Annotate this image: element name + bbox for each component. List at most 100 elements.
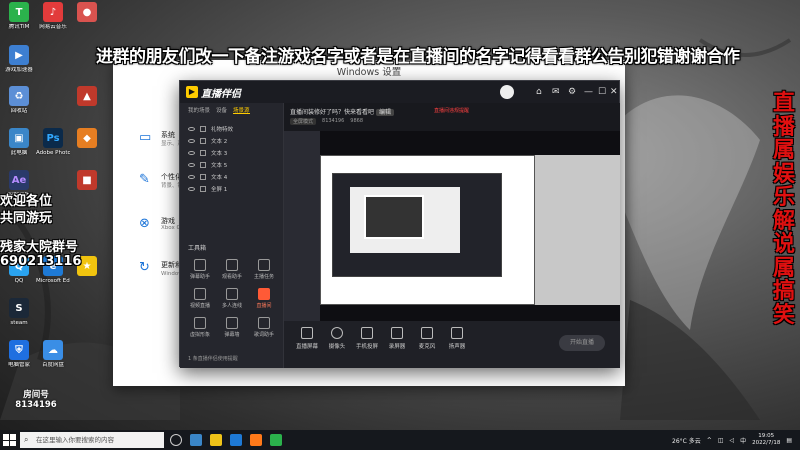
mail-icon[interactable]: ✉ xyxy=(552,87,560,97)
viewer-count: 9868 xyxy=(350,118,364,124)
source-speaker[interactable]: 扬声器 xyxy=(440,327,474,350)
ime-indicator[interactable]: 中 xyxy=(740,436,746,445)
app-logo-icon: ▶ xyxy=(186,86,198,98)
eye-icon[interactable] xyxy=(188,127,195,131)
lock-icon[interactable] xyxy=(200,174,206,180)
source-mic[interactable]: 麦克风 xyxy=(410,327,444,350)
weather-text[interactable]: 26°C 多云 xyxy=(672,436,701,445)
lock-icon[interactable] xyxy=(200,150,206,156)
tool-icon xyxy=(258,259,270,271)
tool-icon xyxy=(258,317,270,329)
tool-icon xyxy=(194,288,206,300)
scene-item[interactable]: 文本 2 xyxy=(180,135,283,147)
eye-icon[interactable] xyxy=(188,163,195,167)
live-companion-window: ▶ 直播伴侣 ⌂ ✉ ⚙ — ☐ ✕ 我的场景 设备 场景源 礼物特效 文本 2… xyxy=(179,80,620,368)
desktop-icon-extra-1[interactable]: ● xyxy=(70,2,104,42)
live-companion-taskbar-icon[interactable] xyxy=(250,434,262,446)
explorer-icon[interactable] xyxy=(190,434,202,446)
tool-icon xyxy=(226,288,238,300)
desktop-icon-baidu[interactable]: ☁ 百度网盘 xyxy=(36,340,70,380)
scene-item[interactable]: 全屏 1 xyxy=(180,183,283,195)
notification-icon[interactable]: ▤ xyxy=(786,437,792,444)
scene-item[interactable]: 文本 4 xyxy=(180,171,283,183)
desktop-icon-photoshop[interactable]: PsAdobe Photoshop xyxy=(36,128,70,168)
tool-avatar[interactable]: 虚拟形象 xyxy=(184,317,216,338)
scene-item[interactable]: 文本 3 xyxy=(180,147,283,159)
desktop-icon-accelerator[interactable]: ▶ 游戏加速器 xyxy=(2,45,36,85)
lock-icon[interactable] xyxy=(200,186,206,192)
gift-icon[interactable]: ⌂ xyxy=(536,87,542,97)
avatar[interactable] xyxy=(500,85,514,99)
fans-count: 8134196 xyxy=(322,118,345,124)
steam-icon: S xyxy=(9,298,29,318)
taskbar-search[interactable]: ⌕ 在这里输入你要搜索的内容 xyxy=(20,432,164,448)
app-icon: ■ xyxy=(77,170,97,190)
tool-multi[interactable]: 多人连线 xyxy=(216,288,248,309)
tool-danmu[interactable]: 弹幕助手 xyxy=(184,259,216,280)
desktop-icon-extra-2[interactable]: ▲ xyxy=(70,86,104,126)
volume-icon[interactable]: ◁ xyxy=(729,437,734,444)
start-live-button[interactable]: 开始直播 xyxy=(559,335,605,351)
tool-viewer[interactable]: 观看助手 xyxy=(216,259,248,280)
folder-icon[interactable] xyxy=(210,434,222,446)
lock-icon[interactable] xyxy=(200,162,206,168)
brush-icon: ✎ xyxy=(139,172,150,187)
start-button[interactable] xyxy=(2,433,16,447)
scene-panel: 我的场景 设备 场景源 礼物特效 文本 2 文本 3 文本 5 文本 4 全屏 … xyxy=(180,103,284,368)
eye-icon[interactable] xyxy=(188,175,195,179)
tool-video[interactable]: 视频直播 xyxy=(184,288,216,309)
live-title: 直播间装修好了吗？快来看看吧 编辑 xyxy=(290,107,394,116)
tab-my-scenes[interactable]: 我的场景 xyxy=(188,106,210,114)
scene-item[interactable]: 礼物特效 xyxy=(180,123,283,135)
desktop-icon-recycle[interactable]: ♻ 回收站 xyxy=(2,86,36,126)
source-recorder[interactable]: 录屏器 xyxy=(380,327,414,350)
eye-icon[interactable] xyxy=(188,139,195,143)
desktop-icon-extra-3[interactable]: ◆ xyxy=(70,128,104,168)
source-camera[interactable]: 摄像头 xyxy=(320,327,354,350)
tool-icon xyxy=(226,259,238,271)
maximize-icon[interactable]: ☐ xyxy=(598,87,606,97)
top-banner: 进群的朋友们改一下备注游戏名字或者是在直播间的名字记得看看群公告别犯错谢谢合作 xyxy=(96,47,740,67)
minimize-icon[interactable]: — xyxy=(584,87,593,97)
desktop-icon-guard[interactable]: ⛨ 电脑管家 xyxy=(2,340,36,380)
cloud-drive-icon: ☁ xyxy=(43,340,63,360)
tool-danmu-wall[interactable]: 弹幕墙 xyxy=(216,317,248,338)
tool-icon xyxy=(226,317,238,329)
lock-icon[interactable] xyxy=(200,126,206,132)
tool-icon xyxy=(194,317,206,329)
desktop-icon-extra-4[interactable]: ■ xyxy=(70,170,104,210)
eye-icon[interactable] xyxy=(188,187,195,191)
tool-icon xyxy=(258,288,270,300)
desktop-icon-netease[interactable]: ♪ 网易云音乐 xyxy=(36,2,70,42)
eye-icon[interactable] xyxy=(188,151,195,155)
edit-button[interactable]: 编辑 xyxy=(375,109,394,116)
chevron-up-icon[interactable]: ^ xyxy=(707,437,712,444)
desktop-icon-tim[interactable]: T 腾讯TIM xyxy=(2,2,36,42)
task-view-icon[interactable] xyxy=(170,434,182,446)
tool-task[interactable]: 主播任务 xyxy=(248,259,280,280)
tool-lyrics[interactable]: 歌词助手 xyxy=(248,317,280,338)
tool-live-room[interactable]: 直播间 xyxy=(248,288,280,309)
desktop-icon-pc[interactable]: ▣ 此电脑 xyxy=(2,128,36,168)
scene-item[interactable]: 文本 5 xyxy=(180,159,283,171)
clock[interactable]: 19:05 2022/7/18 xyxy=(752,433,780,447)
settings-icon[interactable]: ⚙ xyxy=(568,87,576,97)
search-icon: ⌕ xyxy=(24,435,29,444)
source-phone[interactable]: 手机投屏 xyxy=(350,327,384,350)
welcome-line-2: 共同游玩 xyxy=(0,211,53,226)
edge-taskbar-icon[interactable] xyxy=(230,434,242,446)
app-icon: ◆ xyxy=(77,128,97,148)
refresh-icon: ↻ xyxy=(139,260,150,275)
desktop-icon-steam[interactable]: Ssteam xyxy=(2,298,36,338)
microphone-icon xyxy=(421,327,433,339)
network-icon[interactable]: ◫ xyxy=(718,437,724,444)
tab-devices[interactable]: 设备 xyxy=(216,106,227,114)
source-screen[interactable]: 直播屏幕 xyxy=(290,327,324,350)
close-icon[interactable]: ✕ xyxy=(610,87,618,97)
tim-taskbar-icon[interactable] xyxy=(270,434,282,446)
tab-scene-sources[interactable]: 场景源 xyxy=(233,106,250,114)
lock-icon[interactable] xyxy=(200,138,206,144)
panel-footer[interactable]: 1 条直播伴侣使用提醒 xyxy=(188,355,238,362)
accelerator-icon: ▶ xyxy=(9,45,29,65)
preview-desktop-strip xyxy=(284,131,320,321)
